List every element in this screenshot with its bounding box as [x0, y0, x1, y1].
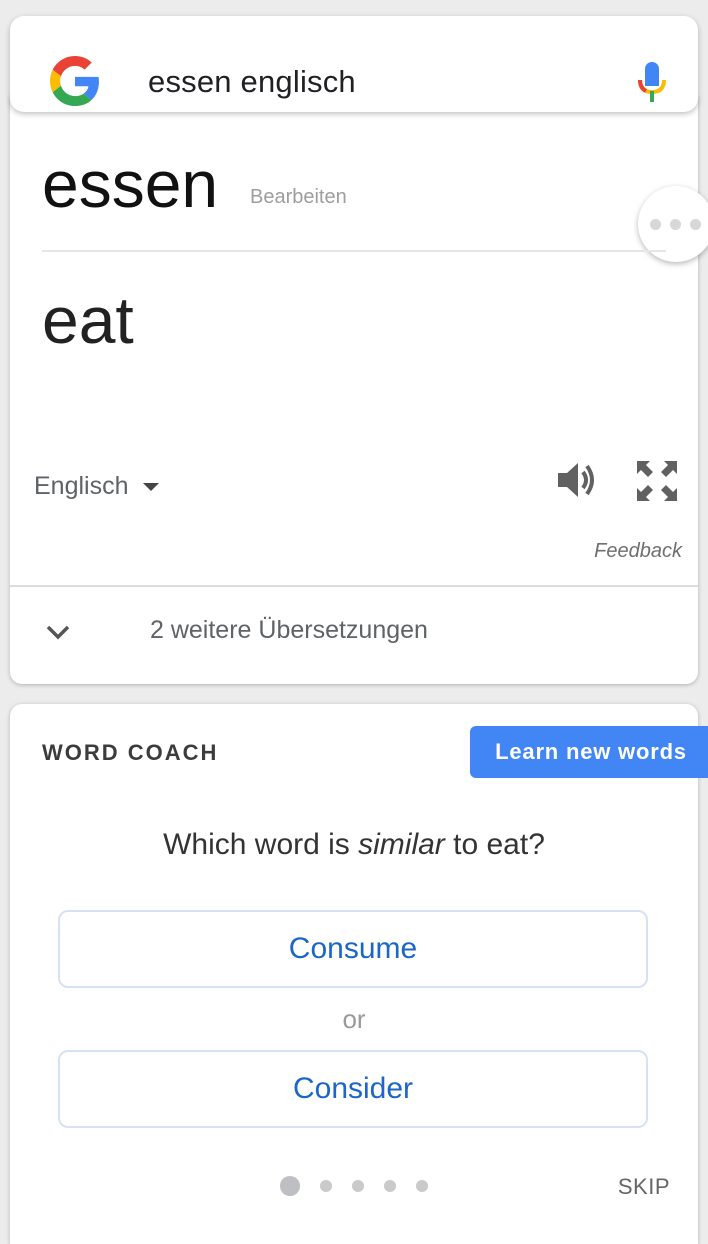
- learn-new-words-button[interactable]: Learn new words: [470, 726, 708, 778]
- search-bar[interactable]: essen englisch: [10, 16, 698, 112]
- progress-dot: [280, 1176, 300, 1196]
- more-options-icon: [650, 219, 661, 230]
- target-word: eat: [42, 283, 134, 357]
- progress-dot: [352, 1180, 364, 1192]
- google-logo-icon[interactable]: [50, 56, 100, 106]
- source-word: essen: [42, 147, 219, 221]
- chevron-down-icon[interactable]: [46, 624, 70, 640]
- word-coach-question: Which word is similar to eat?: [163, 828, 545, 861]
- fullscreen-icon[interactable]: [636, 460, 678, 502]
- microphone-icon[interactable]: [636, 60, 668, 104]
- progress-dot: [384, 1180, 396, 1192]
- divider: [10, 585, 698, 587]
- answer-choice-consume[interactable]: Consume: [58, 910, 648, 988]
- divider: [42, 250, 666, 252]
- progress-dot: [320, 1180, 332, 1192]
- speaker-icon[interactable]: [556, 460, 598, 500]
- or-label: or: [342, 1004, 366, 1034]
- answer-choice-consider[interactable]: Consider: [58, 1050, 648, 1128]
- target-language-select[interactable]: Englisch: [34, 472, 159, 501]
- more-translations-toggle[interactable]: 2 weitere Übersetzungen: [150, 616, 428, 645]
- word-coach-card: WORD COACH Learn new words Which word is…: [10, 704, 708, 1244]
- skip-button[interactable]: SKIP: [618, 1174, 670, 1200]
- edit-link[interactable]: Bearbeiten: [250, 186, 347, 209]
- progress-dot: [416, 1180, 428, 1192]
- target-language-label: Englisch: [34, 472, 129, 500]
- progress-dots: [280, 1176, 448, 1196]
- caret-down-icon: [142, 482, 159, 491]
- feedback-link[interactable]: Feedback: [594, 540, 682, 563]
- search-query[interactable]: essen englisch: [148, 64, 356, 100]
- translation-card: essen Bearbeiten eat Englisch Feedback 2…: [10, 96, 708, 684]
- word-coach-title: WORD COACH: [42, 740, 219, 765]
